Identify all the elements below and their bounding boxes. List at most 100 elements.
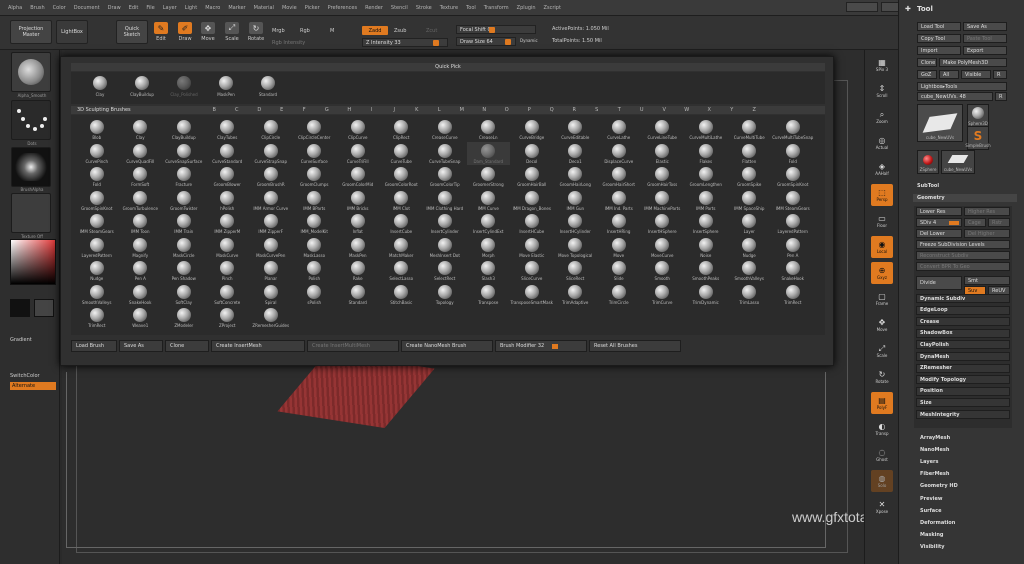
- menu-alpha[interactable]: Alpha: [8, 5, 22, 11]
- letter-index-item[interactable]: Q: [541, 106, 564, 114]
- brush-item[interactable]: InsertCylindExt: [467, 212, 511, 236]
- create-insertmultimesh-button[interactable]: Create InsertMultiMesh: [307, 340, 399, 352]
- zsub-toggle[interactable]: Zsub: [394, 28, 406, 34]
- load-tool-button[interactable]: Load Tool: [917, 22, 961, 31]
- letter-index-item[interactable]: Y: [721, 106, 744, 114]
- letter-index-item[interactable]: G: [316, 106, 339, 114]
- brush-item[interactable]: IMM Clot: [380, 189, 424, 213]
- menu-render[interactable]: Render: [365, 5, 383, 11]
- brush-item[interactable]: GroomColorMid: [336, 165, 380, 189]
- letter-index-item[interactable]: Z: [743, 106, 766, 114]
- goz-all-button[interactable]: All: [939, 70, 959, 79]
- tool-thumb-sphere3d[interactable]: Sphere3D: [967, 104, 989, 128]
- create-insertmesh-button[interactable]: Create InsertMesh: [211, 340, 305, 352]
- brush-item[interactable]: GroomHairShort: [597, 165, 641, 189]
- brush-item[interactable]: SnakeHook: [119, 283, 163, 307]
- brush-item[interactable]: Slide: [597, 259, 641, 283]
- right-shelf-spix-3-button[interactable]: ▦ SPix 3: [871, 54, 893, 76]
- save-tool-as-button[interactable]: Save As: [963, 22, 1007, 31]
- brush-item[interactable]: Topology: [423, 283, 467, 307]
- brush-item[interactable]: Elastic: [641, 142, 685, 166]
- tool-thumb-zsphere[interactable]: ZSphere: [917, 150, 939, 174]
- tool-thumb-cube-small[interactable]: cube_NewUVs: [941, 150, 975, 174]
- brush-item[interactable]: hPolish: [206, 189, 250, 213]
- rotate-mode-button[interactable]: ↻ Rotate: [246, 22, 266, 44]
- lower-res-button[interactable]: Lower Res: [916, 207, 962, 216]
- brush-item[interactable]: ClipRect: [380, 118, 424, 142]
- freeze-subdivision-button[interactable]: Freeze SubDivision Levels: [916, 240, 1010, 249]
- menu-color[interactable]: Color: [53, 5, 66, 11]
- brush-item[interactable]: DisplaceCurve: [597, 142, 641, 166]
- texture-thumbnail[interactable]: [11, 193, 51, 233]
- menu-light[interactable]: Light: [185, 5, 197, 11]
- brush-item[interactable]: CreaseLn: [467, 118, 511, 142]
- brush-item[interactable]: GroomBlower: [206, 165, 250, 189]
- brush-item[interactable]: CurveSurface: [293, 142, 337, 166]
- geometry-item[interactable]: ZRemesher: [916, 363, 1010, 373]
- del-higher-button[interactable]: Del Higher: [964, 229, 1010, 238]
- m-toggle[interactable]: M: [330, 28, 334, 34]
- menu-tool[interactable]: Tool: [466, 5, 476, 11]
- brush-item[interactable]: SoftClay: [162, 283, 206, 307]
- brush-item[interactable]: TransposeSmartMask: [510, 283, 554, 307]
- brush-item[interactable]: Move Elastic: [510, 236, 554, 260]
- letter-index-item[interactable]: U: [631, 106, 654, 114]
- clone-brush-button[interactable]: Clone: [165, 340, 209, 352]
- letter-index-item[interactable]: B: [203, 106, 226, 114]
- brush-item[interactable]: ZProject: [206, 306, 250, 330]
- brush-item[interactable]: Deco1: [554, 142, 598, 166]
- rgb-intensity-slider[interactable]: Rgb Intensity: [272, 40, 305, 46]
- brush-item[interactable]: MatchMaker: [380, 236, 424, 260]
- goz-r-button[interactable]: R: [993, 70, 1007, 79]
- brush-item[interactable]: Transpose: [467, 283, 511, 307]
- brush-item[interactable]: Move: [597, 236, 641, 260]
- brush-item[interactable]: ZRemesherGuides: [249, 306, 293, 330]
- create-nanomesh-button[interactable]: Create NanoMesh Brush: [401, 340, 493, 352]
- quick-pick-brush[interactable]: Standard: [253, 72, 283, 104]
- brush-item[interactable]: IMM Armor Curve: [249, 189, 293, 213]
- subtool-header[interactable]: SubTool: [913, 182, 1017, 190]
- brush-item[interactable]: SelectRect: [423, 259, 467, 283]
- focal-shift-thumb[interactable]: [489, 27, 495, 33]
- brush-item[interactable]: MaskCurve: [206, 236, 250, 260]
- brush-item[interactable]: IMM Train: [162, 212, 206, 236]
- brush-item[interactable]: Clay: [119, 118, 163, 142]
- tool-section-header[interactable]: Visibility: [920, 544, 945, 550]
- brush-item[interactable]: TrimRect: [75, 306, 119, 330]
- letter-index-item[interactable]: V: [653, 106, 676, 114]
- brush-item[interactable]: SliceRect: [554, 259, 598, 283]
- brush-item[interactable]: Smooth: [641, 259, 685, 283]
- brush-item[interactable]: Decol: [510, 142, 554, 166]
- right-shelf-gxyz-button[interactable]: ⊕ Gxyz: [871, 262, 893, 284]
- clone-tool-button[interactable]: Clone: [917, 58, 937, 67]
- letter-index-item[interactable]: D: [248, 106, 271, 114]
- brush-item[interactable]: IMM_ModelKit: [293, 212, 337, 236]
- letter-index-item[interactable]: P: [518, 106, 541, 114]
- sdiv-thumb[interactable]: [949, 221, 959, 225]
- right-shelf-aahalf-button[interactable]: ◈ AAHalf: [871, 158, 893, 180]
- menu-document[interactable]: Document: [74, 5, 100, 11]
- brush-item[interactable]: InsertHSphere: [641, 212, 685, 236]
- brush-item[interactable]: SliceCurve: [510, 259, 554, 283]
- right-shelf-move-button[interactable]: ✥ Move: [871, 314, 893, 336]
- brush-item[interactable]: GroomTurbulence: [119, 189, 163, 213]
- letter-index-item[interactable]: M: [451, 106, 474, 114]
- geometry-item[interactable]: Position: [916, 386, 1010, 396]
- menu-transform[interactable]: Transform: [484, 5, 509, 11]
- brush-item[interactable]: Noise: [684, 236, 728, 260]
- letter-index-item[interactable]: X: [698, 106, 721, 114]
- brush-item[interactable]: TrimAdaptive: [554, 283, 598, 307]
- switch-color-button[interactable]: SwitchColor: [10, 373, 40, 379]
- stroke-thumbnail[interactable]: [11, 100, 51, 140]
- brush-item[interactable]: IMM Toon: [119, 212, 163, 236]
- right-shelf-local-button[interactable]: ◉ Local: [871, 236, 893, 258]
- move-mode-button[interactable]: ✥ Move: [198, 22, 218, 44]
- dynamic-toggle[interactable]: Dynamic: [520, 38, 538, 43]
- copy-tool-button[interactable]: Copy Tool: [917, 34, 961, 43]
- brush-item[interactable]: GroomerStrong: [467, 165, 511, 189]
- brush-item[interactable]: IMM Curve: [467, 189, 511, 213]
- brush-item[interactable]: Magnify: [119, 236, 163, 260]
- tool-section-header[interactable]: Geometry HD: [920, 483, 958, 489]
- brush-item[interactable]: CurveLineTube: [641, 118, 685, 142]
- tool-palette-pin-icon[interactable]: ✚: [905, 5, 911, 13]
